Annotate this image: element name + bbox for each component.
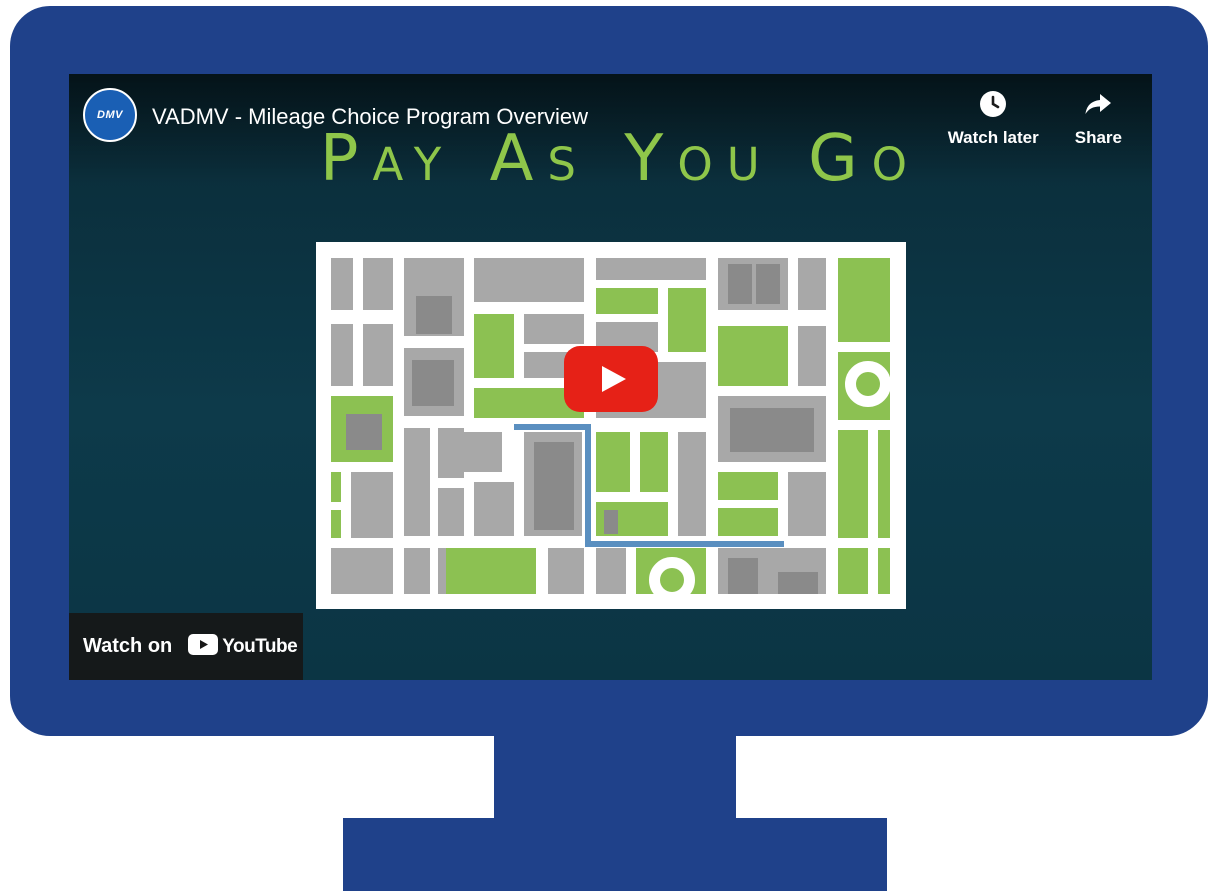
channel-avatar[interactable]: DMV: [83, 88, 137, 142]
play-button[interactable]: [564, 346, 658, 412]
youtube-play-icon: [188, 633, 219, 660]
watch-on-label: Watch on: [83, 635, 173, 657]
youtube-logo: YouTube: [188, 633, 298, 660]
monitor-neck: [494, 736, 736, 818]
video-embed[interactable]: Pay As You Go DMV VADMV - Mileage Choice…: [69, 74, 1152, 680]
watch-on-youtube-button[interactable]: Watch on YouTube: [69, 613, 303, 680]
watch-later-button[interactable]: Watch later: [948, 90, 1039, 148]
channel-avatar-text: DMV: [97, 109, 123, 121]
monitor-base: [343, 818, 887, 891]
video-title[interactable]: VADMV - Mileage Choice Program Overview: [152, 104, 588, 130]
share-label: Share: [1074, 128, 1122, 147]
youtube-wordmark: YouTube: [222, 635, 298, 657]
watch-later-label: Watch later: [947, 128, 1039, 147]
page: Pay As You Go DMV VADMV - Mileage Choice…: [0, 0, 1208, 891]
share-arrow-icon: [1084, 90, 1112, 118]
share-button[interactable]: Share: [1075, 90, 1122, 148]
top-actions: Watch later Share: [948, 90, 1122, 148]
clock-icon: [979, 90, 1007, 118]
city-map-illustration: [316, 242, 906, 609]
